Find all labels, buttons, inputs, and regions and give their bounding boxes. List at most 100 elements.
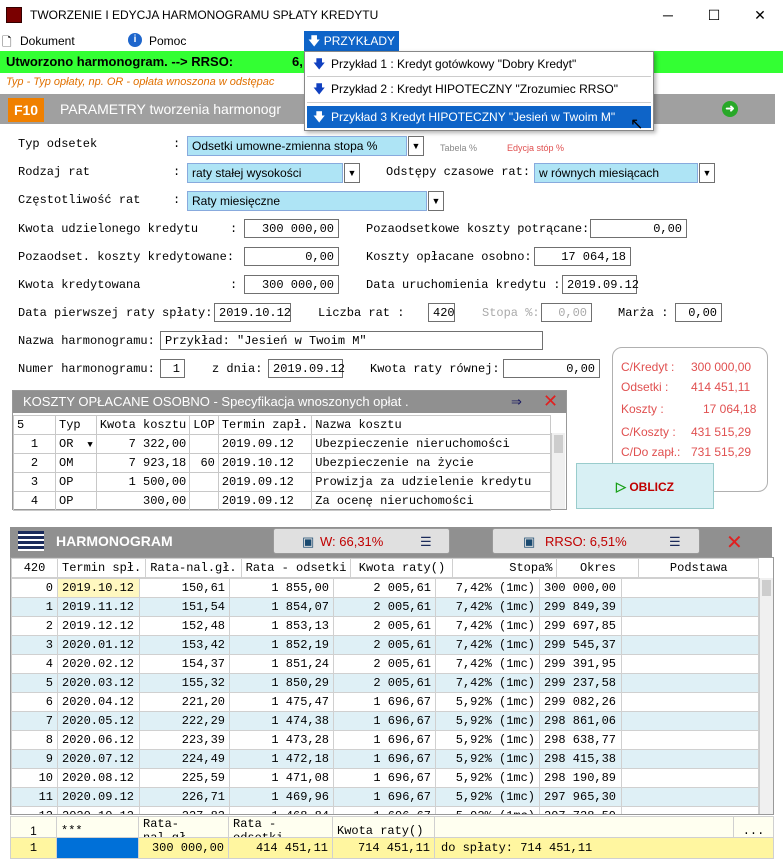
cell-interest[interactable]: 1 471,08 (229, 768, 334, 788)
cell-amount[interactable]: 7 322,00 (95, 434, 191, 454)
cell-installment[interactable]: 2 005,61 (333, 635, 436, 655)
cell-principal[interactable]: 225,59 (139, 768, 230, 788)
table-row[interactable]: 122020.10.12227,831 468,841 696,675,92% … (11, 806, 759, 814)
interest-type-select[interactable]: Odsetki umowne-zmienna stopa % (187, 136, 407, 156)
cell-date[interactable]: 2019.11.12 (57, 597, 140, 617)
cell-date[interactable]: 2020.07.12 (57, 749, 140, 769)
cell-installment[interactable]: 2 005,61 (333, 597, 436, 617)
cell-principal[interactable]: 154,37 (139, 654, 230, 674)
cell-balance[interactable]: 298 861,06 (539, 711, 622, 731)
loan-amount-field[interactable]: 300 000,00 (244, 219, 339, 238)
cell-date[interactable]: 2020.01.12 (57, 635, 140, 655)
rrso-indicator[interactable]: ▣ RRSO: 6,51% ☰ (492, 528, 700, 554)
cell-balance[interactable]: 298 415,38 (539, 749, 622, 769)
cell-amount[interactable]: 7 923,18 (95, 453, 191, 473)
cell-interest[interactable]: 1 473,28 (229, 730, 334, 750)
deducted-costs-field[interactable]: 0,00 (590, 219, 687, 238)
schedule-date-field[interactable]: 2019.09.12 (268, 359, 345, 378)
first-installment-field[interactable]: 2019.10.12 (214, 303, 291, 322)
cell-type[interactable]: OP (55, 491, 97, 511)
cell-installment[interactable]: 1 696,67 (333, 806, 436, 814)
table-row[interactable]: 7 2020.05.12 222,29 1 474,38 1 696,67 5,92% (… (11, 711, 759, 731)
f10-badge[interactable]: F10 (8, 98, 44, 122)
cell-name[interactable]: Za ocenę nieruchomości (311, 491, 551, 511)
scrollbar-thumb[interactable] (554, 435, 563, 453)
cell-installment[interactable]: 1 696,67 (333, 692, 436, 712)
installment-type-select[interactable]: raty stałej wysokości (187, 163, 343, 183)
cell-principal[interactable]: 150,61 (139, 578, 230, 598)
minimize-button[interactable]: ─ (645, 0, 691, 31)
cell-date[interactable]: 2020.10.12 (57, 806, 140, 814)
intervals-select[interactable]: w równych miesiącach (534, 163, 698, 183)
table-row[interactable]: 0 2019.10.12 150,61 1 855,00 2 005,61 7,42% (… (11, 578, 759, 598)
cell-principal[interactable]: 152,48 (139, 616, 230, 636)
cell-balance[interactable]: 299 082,26 (539, 692, 622, 712)
cell-basis[interactable] (621, 635, 759, 655)
separate-costs-field[interactable]: 17 064,18 (534, 247, 631, 266)
close-icon[interactable]: ✕ (726, 530, 743, 555)
cell-balance[interactable]: 299 391,95 (539, 654, 622, 674)
schedule-name-field[interactable]: Przykład: "Jesień w Twoim M" (160, 331, 543, 350)
cell-principal[interactable]: 151,54 (139, 597, 230, 617)
cell-date[interactable]: 2019.10.12 (217, 453, 313, 473)
cell-amount[interactable]: 300,00 (95, 491, 191, 511)
cell-installment[interactable]: 1 696,67 (333, 730, 436, 750)
cell-principal[interactable]: 226,71 (139, 787, 230, 807)
example-3-item[interactable]: 🡇 Przykład 3 Kredyt HIPOTECZNY "Jesień w… (307, 106, 651, 128)
cell-balance[interactable]: 299 697,85 (539, 616, 622, 636)
close-icon[interactable]: ✕ (543, 391, 558, 412)
rate-field[interactable]: 0,00 (541, 303, 592, 322)
cell-basis[interactable] (621, 692, 759, 712)
cell-principal[interactable]: 223,39 (139, 730, 230, 750)
cell-installment[interactable]: 1 696,67 (333, 768, 436, 788)
rate-table-link[interactable]: Tabela % (440, 143, 477, 153)
cell-rate[interactable]: 7,42% (1mc) (435, 635, 540, 655)
cell-interest[interactable]: 1 855,00 (229, 578, 334, 598)
w-indicator[interactable]: ▣ W: 66,31% ☰ (273, 528, 450, 554)
cell-basis[interactable] (621, 673, 759, 693)
cell-principal[interactable]: 224,49 (139, 749, 230, 769)
close-button[interactable]: ✕ (737, 0, 783, 31)
cell-balance[interactable]: 298 638,77 (539, 730, 622, 750)
cell-interest[interactable]: 1 850,29 (229, 673, 334, 693)
cell-rate[interactable]: 7,42% (1mc) (435, 616, 540, 636)
arrow-right-icon[interactable]: ➜ (722, 101, 738, 117)
cell-rate[interactable]: 5,92% (1mc) (435, 768, 540, 788)
cell-rate[interactable]: 5,92% (1mc) (435, 806, 540, 814)
cell-balance[interactable]: 300 000,00 (539, 578, 622, 598)
table-row[interactable]: 1 OR ▼ 7 322,00 2019.09.12 Ubezpieczenie … (13, 434, 551, 454)
cell-installment[interactable]: 2 005,61 (333, 578, 436, 598)
cell-installment[interactable]: 1 696,67 (333, 787, 436, 807)
cell-date[interactable]: 2020.08.12 (57, 768, 140, 788)
cell-installment[interactable]: 1 696,67 (333, 711, 436, 731)
table-row[interactable]: 2 2019.12.12 152,48 1 853,13 2 005,61 7,42% (… (11, 616, 759, 636)
cell-interest[interactable]: 1 851,24 (229, 654, 334, 674)
cell-basis[interactable] (621, 768, 759, 788)
menu-przyklady[interactable]: 🡇 PRZYKŁADY (304, 31, 400, 51)
frequency-select[interactable]: Raty miesięczne (187, 191, 427, 211)
cell-installment[interactable]: 1 696,67 (333, 749, 436, 769)
cell-date[interactable]: 2019.09.12 (217, 491, 313, 511)
cell-amount[interactable]: 1 500,00 (95, 472, 191, 492)
cell-basis[interactable] (621, 597, 759, 617)
cell-date[interactable]: 2019.09.12 (217, 472, 313, 492)
cell-rate[interactable]: 5,92% (1mc) (435, 692, 540, 712)
chevron-down-icon[interactable]: ▼ (408, 136, 424, 156)
cell-type[interactable]: OR ▼ (55, 434, 97, 454)
cell-basis[interactable] (621, 654, 759, 674)
table-row[interactable]: 4 2020.02.12 154,37 1 851,24 2 005,61 7,42% (… (11, 654, 759, 674)
example-2-item[interactable]: 🡇 Przykład 2 : Kredyt HIPOTECZNY "Zrozum… (307, 78, 651, 100)
cell-lop[interactable]: 60 (189, 453, 219, 473)
cell-lop[interactable] (189, 491, 219, 511)
cell-lop[interactable] (189, 472, 219, 492)
menu-pomoc[interactable]: Pomoc (149, 31, 186, 51)
cell-interest[interactable]: 1 474,38 (229, 711, 334, 731)
table-row[interactable]: 2 OM 7 923,18 60 2019.10.12 Ubezpieczeni… (13, 453, 551, 473)
cell-rate[interactable]: 5,92% (1mc) (435, 711, 540, 731)
cell-interest[interactable]: 1 852,19 (229, 635, 334, 655)
cell-date[interactable]: 2019.12.12 (57, 616, 140, 636)
cell-installment[interactable]: 2 005,61 (333, 673, 436, 693)
cell-balance[interactable]: 299 237,58 (539, 673, 622, 693)
cell-date[interactable]: 2020.03.12 (57, 673, 140, 693)
cell-basis[interactable] (621, 749, 759, 769)
